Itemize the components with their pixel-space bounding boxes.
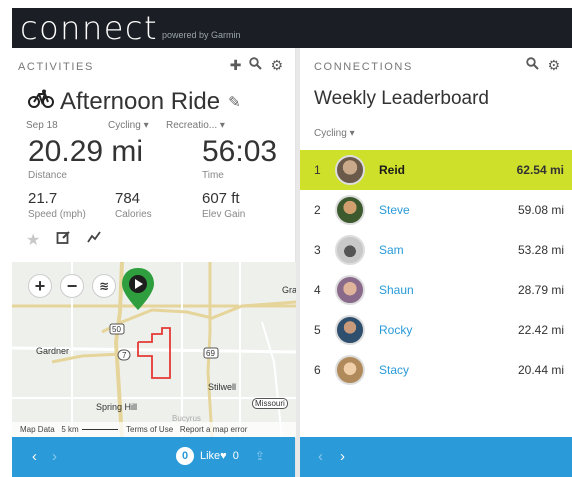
activity-date: Sep 18 xyxy=(26,120,58,131)
gear-icon[interactable]: ⚙ xyxy=(270,57,283,73)
leaderboard-filter-dropdown[interactable]: Cycling ▾ xyxy=(314,128,355,139)
next-arrow-icon[interactable]: › xyxy=(52,448,57,465)
like-section: 0 Like♥ 0 ⇪ xyxy=(176,447,265,465)
avatar[interactable] xyxy=(335,195,365,225)
leaderboard-distance: 62.54 mi xyxy=(516,163,564,177)
map-attribution: Map Data 5 km Terms of Use Report a map … xyxy=(12,422,296,438)
connections-footer: ‹ › xyxy=(300,437,572,477)
leaderboard-distance: 22.42 mi xyxy=(517,323,564,337)
connections-panel-title: CONNECTIONS xyxy=(314,61,413,73)
activities-panel: ACTIVITIES ✚ ⚙ Afternoon Ride ✎ Sep 18 C… xyxy=(12,48,296,477)
search-icon[interactable] xyxy=(526,57,540,73)
leaderboard-name[interactable]: Reid xyxy=(379,163,405,177)
edit-note-icon[interactable] xyxy=(56,230,71,250)
leaderboard-rank: 1 xyxy=(314,163,321,177)
activity-actions: ★ xyxy=(26,230,102,250)
activities-footer: ‹ › 0 Like♥ 0 ⇪ xyxy=(12,437,295,477)
prev-arrow-icon[interactable]: ‹ xyxy=(32,448,37,465)
zoom-out-button[interactable]: − xyxy=(60,274,84,298)
app-header: connect powered by Garmin xyxy=(12,8,572,48)
terms-link[interactable]: Terms of Use xyxy=(126,425,173,434)
leaderboard-list: 1 Reid 62.54 mi 2 Steve 59.08 mi 3 Sam 5… xyxy=(300,150,572,390)
like-count: 0 xyxy=(232,450,239,462)
leaderboard-distance: 28.79 mi xyxy=(517,283,564,297)
leaderboard-rank: 5 xyxy=(314,323,321,337)
powered-by-text: powered by Garmin xyxy=(162,30,241,40)
time-label: Time xyxy=(202,170,224,181)
brand-logo[interactable]: connect xyxy=(20,9,158,47)
map-layers-button[interactable]: ≋ xyxy=(92,274,116,298)
speed-value: 21.7 xyxy=(28,190,58,207)
map-label-spring-hill: Spring Hill xyxy=(96,402,138,412)
gear-icon[interactable]: ⚙ xyxy=(547,57,560,73)
map-label-gardner: Gardner xyxy=(36,346,70,356)
avatar[interactable] xyxy=(335,155,365,185)
activities-panel-title: ACTIVITIES xyxy=(18,61,94,73)
share-icon[interactable]: ⇪ xyxy=(255,449,265,463)
leaderboard-rank: 4 xyxy=(314,283,321,297)
leaderboard-rank: 3 xyxy=(314,243,321,257)
distance-value: 20.29 mi xyxy=(28,135,144,168)
leaderboard-name[interactable]: Sam xyxy=(379,243,404,257)
bike-icon xyxy=(28,89,54,115)
calories-label: Calories xyxy=(115,209,152,220)
leaderboard-row[interactable]: 4 Shaun 28.79 mi xyxy=(300,270,572,310)
activity-type-dropdown[interactable]: Cycling ▾ xyxy=(108,120,149,131)
prev-arrow-icon[interactable]: ‹ xyxy=(318,448,323,465)
zoom-in-button[interactable]: + xyxy=(28,274,52,298)
leaderboard-name[interactable]: Rocky xyxy=(379,323,412,337)
next-arrow-icon[interactable]: › xyxy=(340,448,345,465)
leaderboard-name[interactable]: Stacy xyxy=(379,363,409,377)
avatar[interactable] xyxy=(335,275,365,305)
avatar[interactable] xyxy=(335,355,365,385)
elev-gain-value: 607 ft xyxy=(202,190,240,207)
connections-toolbar: ⚙ xyxy=(526,57,560,73)
add-icon[interactable]: ✚ xyxy=(230,57,242,73)
leaderboard-row[interactable]: 2 Steve 59.08 mi xyxy=(300,190,572,230)
search-icon[interactable] xyxy=(249,57,263,73)
leaderboard-name[interactable]: Shaun xyxy=(379,283,414,297)
chart-line-icon[interactable] xyxy=(87,230,102,250)
activity-category-dropdown[interactable]: Recreatio... ▾ xyxy=(166,120,225,131)
activities-toolbar: ✚ ⚙ xyxy=(230,57,283,73)
favorite-star-icon[interactable]: ★ xyxy=(26,230,40,250)
leaderboard-row[interactable]: 6 Stacy 20.44 mi xyxy=(300,350,572,390)
route-shield-7: 7 xyxy=(122,351,127,360)
route-shield-69: 69 xyxy=(206,349,215,358)
leaderboard-distance: 20.44 mi xyxy=(517,363,564,377)
calories-value: 784 xyxy=(115,190,141,207)
leaderboard-distance: 59.08 mi xyxy=(517,203,564,217)
avatar[interactable] xyxy=(335,315,365,345)
leaderboard-title: Weekly Leaderboard xyxy=(314,88,489,109)
map-label-stilwell: Stilwell xyxy=(208,382,237,392)
leaderboard-rank: 2 xyxy=(314,203,321,217)
leaderboard-rank: 6 xyxy=(314,363,321,377)
activity-name: Afternoon Ride xyxy=(60,88,221,115)
map-data-link[interactable]: Map Data xyxy=(20,425,55,434)
leaderboard-name[interactable]: Steve xyxy=(379,203,410,217)
distance-label: Distance xyxy=(28,170,67,181)
leaderboard-row[interactable]: 1 Reid 62.54 mi xyxy=(300,150,572,190)
avatar[interactable] xyxy=(335,235,365,265)
elev-gain-label: Elev Gain xyxy=(202,209,246,220)
speed-label: Speed (mph) xyxy=(28,209,86,220)
comment-count-badge[interactable]: 0 xyxy=(176,447,194,465)
connections-panel: CONNECTIONS ⚙ Weekly Leaderboard Cycling… xyxy=(300,48,572,477)
map-label-gra: Gra xyxy=(282,285,296,295)
report-map-error-link[interactable]: Report a map error xyxy=(180,425,248,434)
leaderboard-distance: 53.28 mi xyxy=(517,243,564,257)
activity-map[interactable]: + − ≋ 50 7 69 Gardner Stilwell Spring Hi… xyxy=(12,262,296,438)
like-button[interactable]: Like♥ xyxy=(200,450,227,462)
map-scale: 5 km xyxy=(61,425,79,434)
leaderboard-row[interactable]: 5 Rocky 22.42 mi xyxy=(300,310,572,350)
leaderboard-row[interactable]: 3 Sam 53.28 mi xyxy=(300,230,572,270)
edit-pencil-icon[interactable]: ✎ xyxy=(228,93,241,111)
activity-title: Afternoon Ride ✎ xyxy=(28,88,241,116)
time-value: 56:03 xyxy=(202,135,278,168)
map-label-missouri: Missouri xyxy=(252,398,288,409)
route-shield-50: 50 xyxy=(112,325,121,334)
